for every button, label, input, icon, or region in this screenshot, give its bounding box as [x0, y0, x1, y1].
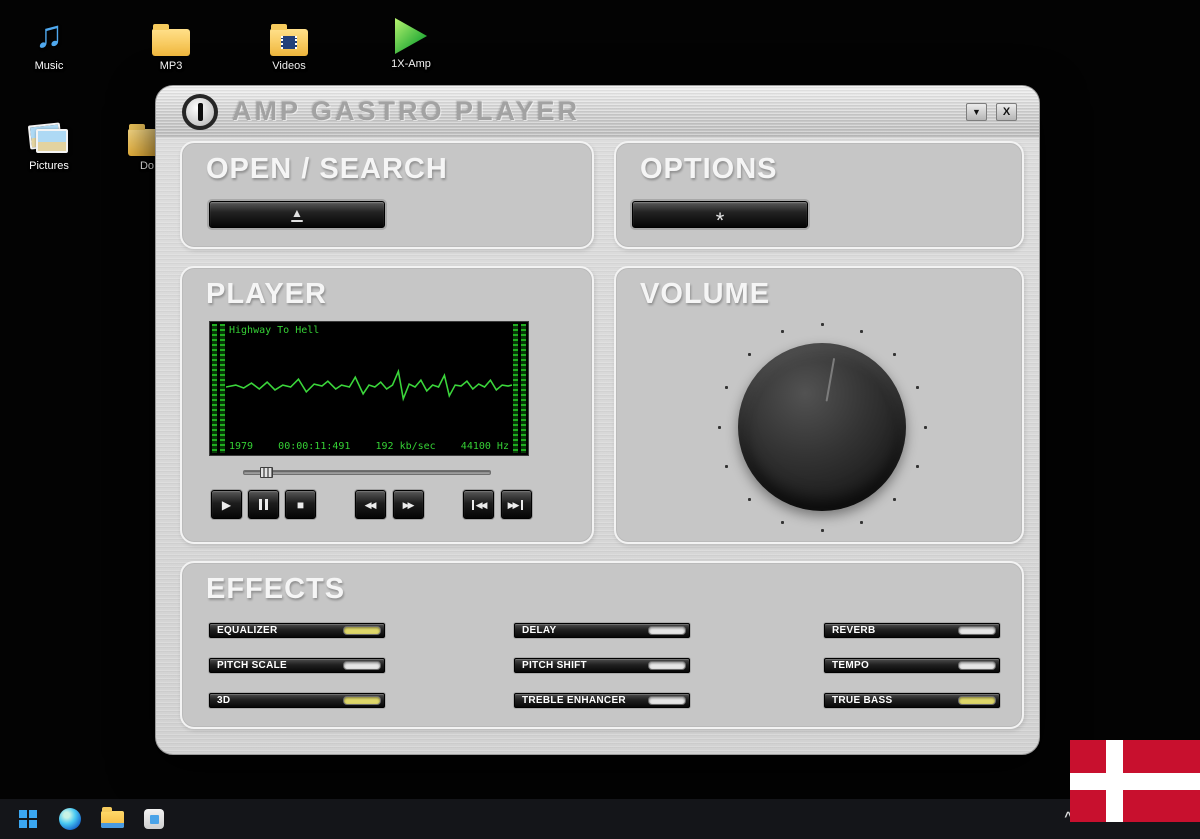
effect-button-reverb[interactable]: REVERB [824, 623, 1000, 638]
next-track-icon: ▶▶ [507, 499, 520, 510]
track-info-row: 1979 00:00:11:491 192 kb/sec 44100 Hz [229, 441, 509, 452]
panel-title: PLAYER [206, 278, 327, 310]
track-samplerate: 44100 Hz [460, 441, 509, 452]
rewind-icon: ◀◀ [364, 499, 377, 510]
effect-indicator [648, 661, 686, 670]
effect-indicator [958, 696, 996, 705]
effect-button-3d[interactable]: 3D [209, 693, 385, 708]
window-title: AMP GASTRO PLAYER [232, 96, 581, 126]
next-track-button[interactable]: ▶▶ [501, 490, 532, 519]
pause-icon [259, 499, 262, 510]
desktop-icon-label: Videos [272, 60, 306, 72]
panel-title: OPTIONS [640, 153, 778, 185]
waveform [226, 368, 512, 402]
track-bitrate: 192 kb/sec [375, 441, 436, 452]
desktop-icon-1x-amp[interactable]: 1X-Amp [376, 8, 446, 70]
desktop-icon-videos[interactable]: Videos [254, 10, 324, 72]
file-explorer-icon [100, 806, 124, 828]
pictures-icon [14, 110, 84, 156]
effect-button-pitch-shift[interactable]: PITCH SHIFT [514, 658, 690, 673]
track-display: Highway To Hell 1979 00:00:11:491 192 kb… [209, 321, 529, 456]
desktop-icon-label: MP3 [159, 60, 183, 72]
desktop-icon-pictures[interactable]: Pictures [14, 110, 84, 172]
windows-logo-icon [19, 810, 37, 828]
effects-panel: EFFECTS EQUALIZER PITCH SCALE 3D DELAY P… [180, 561, 1024, 729]
effect-button-equalizer[interactable]: EQUALIZER [209, 623, 385, 638]
effect-button-pitch-scale[interactable]: PITCH SCALE [209, 658, 385, 673]
desktop-icon-label: Music [34, 60, 64, 72]
videos-folder-icon [254, 10, 324, 56]
start-button[interactable] [14, 805, 42, 833]
track-year: 1979 [229, 441, 254, 452]
desktop: ♫ Music MP3 Videos 1X-Amp Pictures Do AM… [0, 0, 1200, 839]
level-meter-left [212, 324, 225, 453]
play-logo-icon [376, 8, 446, 54]
edge-icon [59, 808, 81, 830]
desktop-icon-music[interactable]: ♫ Music [14, 10, 84, 72]
stop-icon: ■ [296, 497, 305, 512]
previous-track-icon: ◀◀ [475, 499, 488, 510]
pause-button[interactable] [248, 490, 279, 519]
close-button[interactable]: X [996, 103, 1017, 121]
effect-indicator [343, 696, 381, 705]
stop-button[interactable]: ■ [285, 490, 316, 519]
minimize-button[interactable]: ▼ [966, 103, 987, 121]
effect-indicator [958, 661, 996, 670]
previous-track-button[interactable]: ◀◀ [463, 490, 494, 519]
player-window: AMP GASTRO PLAYER ▼ X OPEN / SEARCH ▲ OP… [155, 85, 1040, 755]
play-button[interactable]: ▶ [211, 490, 242, 519]
desktop-icon-label: 1X-Amp [391, 58, 431, 70]
seek-handle[interactable] [260, 467, 273, 478]
app-logo-icon [182, 94, 218, 130]
options-panel: OPTIONS * [614, 141, 1024, 249]
level-meter-right [513, 324, 526, 453]
open-search-panel: OPEN / SEARCH ▲ [180, 141, 594, 249]
effect-indicator [648, 626, 686, 635]
music-note-icon: ♫ [34, 14, 64, 56]
eject-icon: ▲ [291, 205, 303, 220]
panel-title: EFFECTS [206, 573, 346, 605]
effect-indicator [958, 626, 996, 635]
volume-knob[interactable] [738, 343, 906, 511]
danish-flag-image [1070, 740, 1200, 822]
asterisk-icon: * [715, 207, 725, 233]
desktop-icon-mp3[interactable]: MP3 [136, 10, 206, 72]
open-search-button[interactable]: ▲ [209, 201, 385, 228]
play-icon: ▶ [221, 497, 232, 512]
titlebar[interactable]: AMP GASTRO PLAYER ▼ X [156, 86, 1039, 138]
effect-indicator [343, 661, 381, 670]
track-title: Highway To Hell [229, 325, 320, 336]
volume-panel: VOLUME [614, 266, 1024, 544]
effect-indicator [343, 626, 381, 635]
folder-icon [136, 10, 206, 56]
rewind-button[interactable]: ◀◀ [355, 490, 386, 519]
edge-browser-button[interactable] [56, 805, 84, 833]
panel-title: OPEN / SEARCH [206, 153, 448, 185]
taskbar: ^ [0, 799, 1200, 839]
track-time: 00:00:11:491 [278, 441, 351, 452]
fast-forward-button[interactable]: ▶▶ [393, 490, 424, 519]
effect-button-delay[interactable]: DELAY [514, 623, 690, 638]
effect-button-tempo[interactable]: TEMPO [824, 658, 1000, 673]
effect-indicator [648, 696, 686, 705]
fast-forward-icon: ▶▶ [402, 499, 415, 510]
desktop-icon-label: Pictures [29, 160, 69, 172]
options-button[interactable]: * [632, 201, 808, 233]
panel-title: VOLUME [640, 278, 771, 310]
player-panel: PLAYER Highway To Hell 1979 00:00:11:491… [180, 266, 594, 544]
app-icon [144, 809, 164, 829]
seek-slider[interactable] [243, 467, 491, 478]
effect-button-true-bass[interactable]: TRUE BASS [824, 693, 1000, 708]
taskbar-app-button[interactable] [140, 805, 168, 833]
file-explorer-button[interactable] [98, 805, 126, 833]
effect-button-treble-enhancer[interactable]: TREBLE ENHANCER [514, 693, 690, 708]
